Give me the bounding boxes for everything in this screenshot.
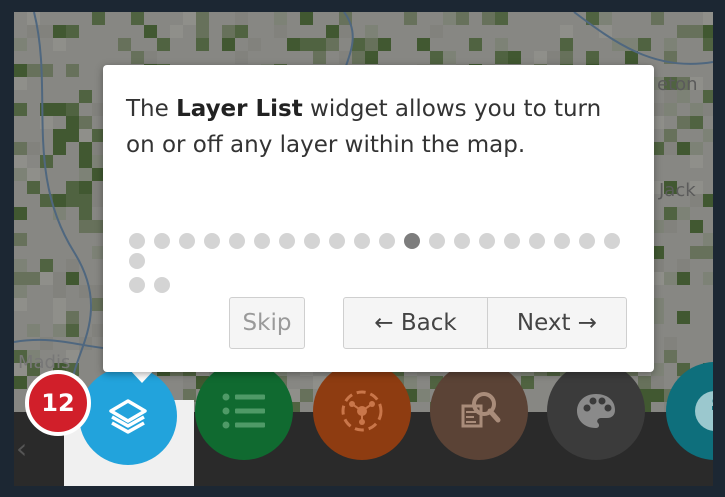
- analysis-button[interactable]: [313, 362, 411, 460]
- network-icon: [341, 390, 383, 432]
- dock-scroll-left-icon[interactable]: ‹: [16, 432, 27, 465]
- search-report-icon: [461, 392, 501, 428]
- step-dot[interactable]: [254, 233, 270, 249]
- info-icon: [695, 391, 713, 431]
- step-dot[interactable]: [304, 233, 320, 249]
- step-dot[interactable]: [129, 233, 145, 249]
- tour-popup: The Layer List widget allows you to turn…: [103, 65, 654, 372]
- popup-description: The Layer List widget allows you to turn…: [126, 91, 626, 163]
- query-button[interactable]: [430, 362, 528, 460]
- palette-icon: [577, 394, 615, 428]
- step-dot[interactable]: [129, 253, 145, 269]
- step-dot[interactable]: [379, 233, 395, 249]
- step-dot[interactable]: [229, 233, 245, 249]
- step-dot[interactable]: [529, 233, 545, 249]
- step-dot[interactable]: [329, 233, 345, 249]
- legend-button[interactable]: [195, 362, 293, 460]
- step-dot[interactable]: [504, 233, 520, 249]
- step-dot[interactable]: [454, 233, 470, 249]
- next-button[interactable]: Next →: [487, 297, 627, 349]
- step-indicator: [129, 233, 629, 293]
- step-dot[interactable]: [604, 233, 620, 249]
- step-dot[interactable]: [154, 277, 170, 293]
- step-dot[interactable]: [129, 277, 145, 293]
- layers-icon: [109, 399, 147, 434]
- map-label-eton: eton: [657, 74, 698, 95]
- legend-list-icon: [222, 393, 265, 429]
- step-dot[interactable]: [204, 233, 220, 249]
- step-dot[interactable]: [179, 233, 195, 249]
- back-button[interactable]: ← Back: [343, 297, 488, 349]
- step-dot[interactable]: [579, 233, 595, 249]
- step-dot[interactable]: [354, 233, 370, 249]
- step-dot[interactable]: [404, 233, 420, 249]
- layer-list-button[interactable]: [79, 367, 177, 465]
- step-dot[interactable]: [279, 233, 295, 249]
- app-frame: eton Jack Madis ‹ 12 The Layer List widg…: [14, 12, 713, 486]
- step-dot[interactable]: [554, 233, 570, 249]
- map-label-jack: Jack: [659, 180, 696, 201]
- skip-button[interactable]: Skip: [229, 297, 305, 349]
- step-badge: 12: [25, 370, 91, 436]
- popup-text-start: The: [126, 96, 177, 122]
- basemap-button[interactable]: [547, 362, 645, 460]
- step-dot[interactable]: [429, 233, 445, 249]
- popup-text-widget-name: Layer List: [176, 96, 303, 122]
- step-dot[interactable]: [479, 233, 495, 249]
- step-dot[interactable]: [154, 233, 170, 249]
